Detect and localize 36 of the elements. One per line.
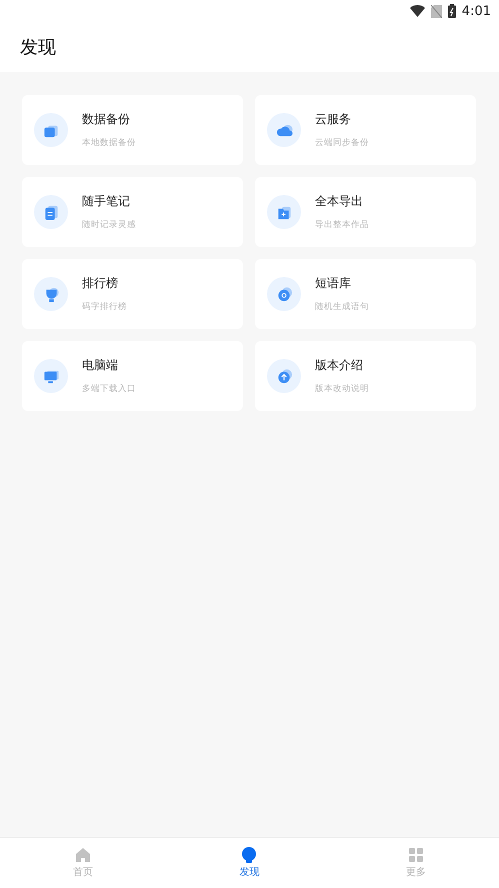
clock-time: 4:01 [462,4,491,18]
card-title: 版本介绍 [315,357,364,374]
card-title: 电脑端 [82,357,119,374]
upload-icon [276,368,292,384]
feature-card[interactable]: 版本介绍 版本改动说明 [255,341,476,411]
card-subtitle: 本地数据备份 [82,137,136,149]
grid-icon [408,847,424,863]
card-subtitle: 多端下载入口 [82,383,136,395]
nav-tab[interactable]: 发现 [166,838,333,888]
card-title: 短语库 [315,275,352,292]
wifi-icon [410,5,425,17]
feature-card[interactable]: 随手笔记 随时记录灵感 [22,177,243,247]
feature-card[interactable]: 全本导出 导出整本作品 [255,177,476,247]
card-title: 随手笔记 [82,193,131,210]
no-sim-icon [430,4,442,18]
feature-card[interactable]: 排行榜 码字排行榜 [22,259,243,329]
card-subtitle: 码字排行榜 [82,301,127,313]
page-title: 发现 [20,36,56,59]
card-subtitle: 版本改动说明 [315,383,369,395]
card-subtitle: 导出整本作品 [315,219,369,231]
card-subtitle: 随时记录灵感 [82,219,136,231]
card-title: 云服务 [315,111,352,128]
note-icon [42,204,60,220]
feature-card[interactable]: 数据备份 本地数据备份 [22,95,243,165]
battery-icon [448,4,456,18]
chat-icon [276,286,292,302]
feature-card[interactable]: 云服务 云端同步备份 [255,95,476,165]
card-subtitle: 随机生成语句 [315,301,369,313]
feature-card[interactable]: 短语库 随机生成语句 [255,259,476,329]
card-title: 全本导出 [315,193,364,210]
card-title: 数据备份 [82,111,131,128]
bulb-icon [241,847,258,863]
home-icon [75,847,92,863]
card-subtitle: 云端同步备份 [315,137,369,149]
feature-card[interactable]: 电脑端 多端下载入口 [22,341,243,411]
card-title: 排行榜 [82,275,119,292]
